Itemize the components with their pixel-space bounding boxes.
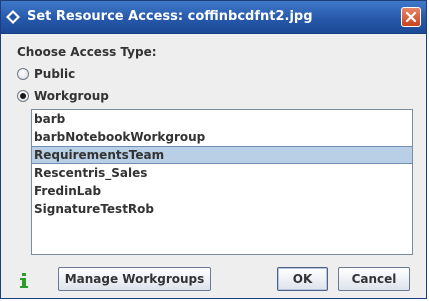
list-item[interactable]: Rescentris_Sales xyxy=(32,164,412,182)
radio-public[interactable]: Public xyxy=(17,66,75,82)
diamond-app-icon xyxy=(6,10,20,24)
close-icon xyxy=(405,11,417,23)
close-button[interactable] xyxy=(401,7,421,27)
title-bar[interactable]: Set Resource Access: coffinbcdfnt2.jpg xyxy=(1,1,426,34)
list-item[interactable]: FredinLab xyxy=(32,182,412,200)
manage-workgroups-button[interactable]: Manage Workgroups xyxy=(58,267,211,291)
list-item-selected[interactable]: RequirementsTeam xyxy=(32,146,412,164)
radio-public-circle[interactable] xyxy=(17,68,29,80)
access-type-heading: Choose Access Type: xyxy=(17,45,157,59)
list-item[interactable]: barb xyxy=(32,110,412,128)
ok-button[interactable]: OK xyxy=(277,267,328,291)
info-icon xyxy=(20,273,28,288)
radio-public-label[interactable]: Public xyxy=(34,67,75,81)
list-item[interactable]: barbNotebookWorkgroup xyxy=(32,128,412,146)
radio-workgroup[interactable]: Workgroup xyxy=(17,88,109,104)
list-item[interactable]: SignatureTestRob xyxy=(32,200,412,218)
dialog-title: Set Resource Access: coffinbcdfnt2.jpg xyxy=(27,9,313,24)
dialog-window: Set Resource Access: coffinbcdfnt2.jpg C… xyxy=(0,0,427,299)
radio-selected-dot xyxy=(20,93,26,99)
cancel-button[interactable]: Cancel xyxy=(338,267,410,291)
radio-workgroup-circle[interactable] xyxy=(17,90,29,102)
workgroup-list[interactable]: barb barbNotebookWorkgroup RequirementsT… xyxy=(31,109,413,255)
radio-workgroup-label[interactable]: Workgroup xyxy=(34,89,109,103)
